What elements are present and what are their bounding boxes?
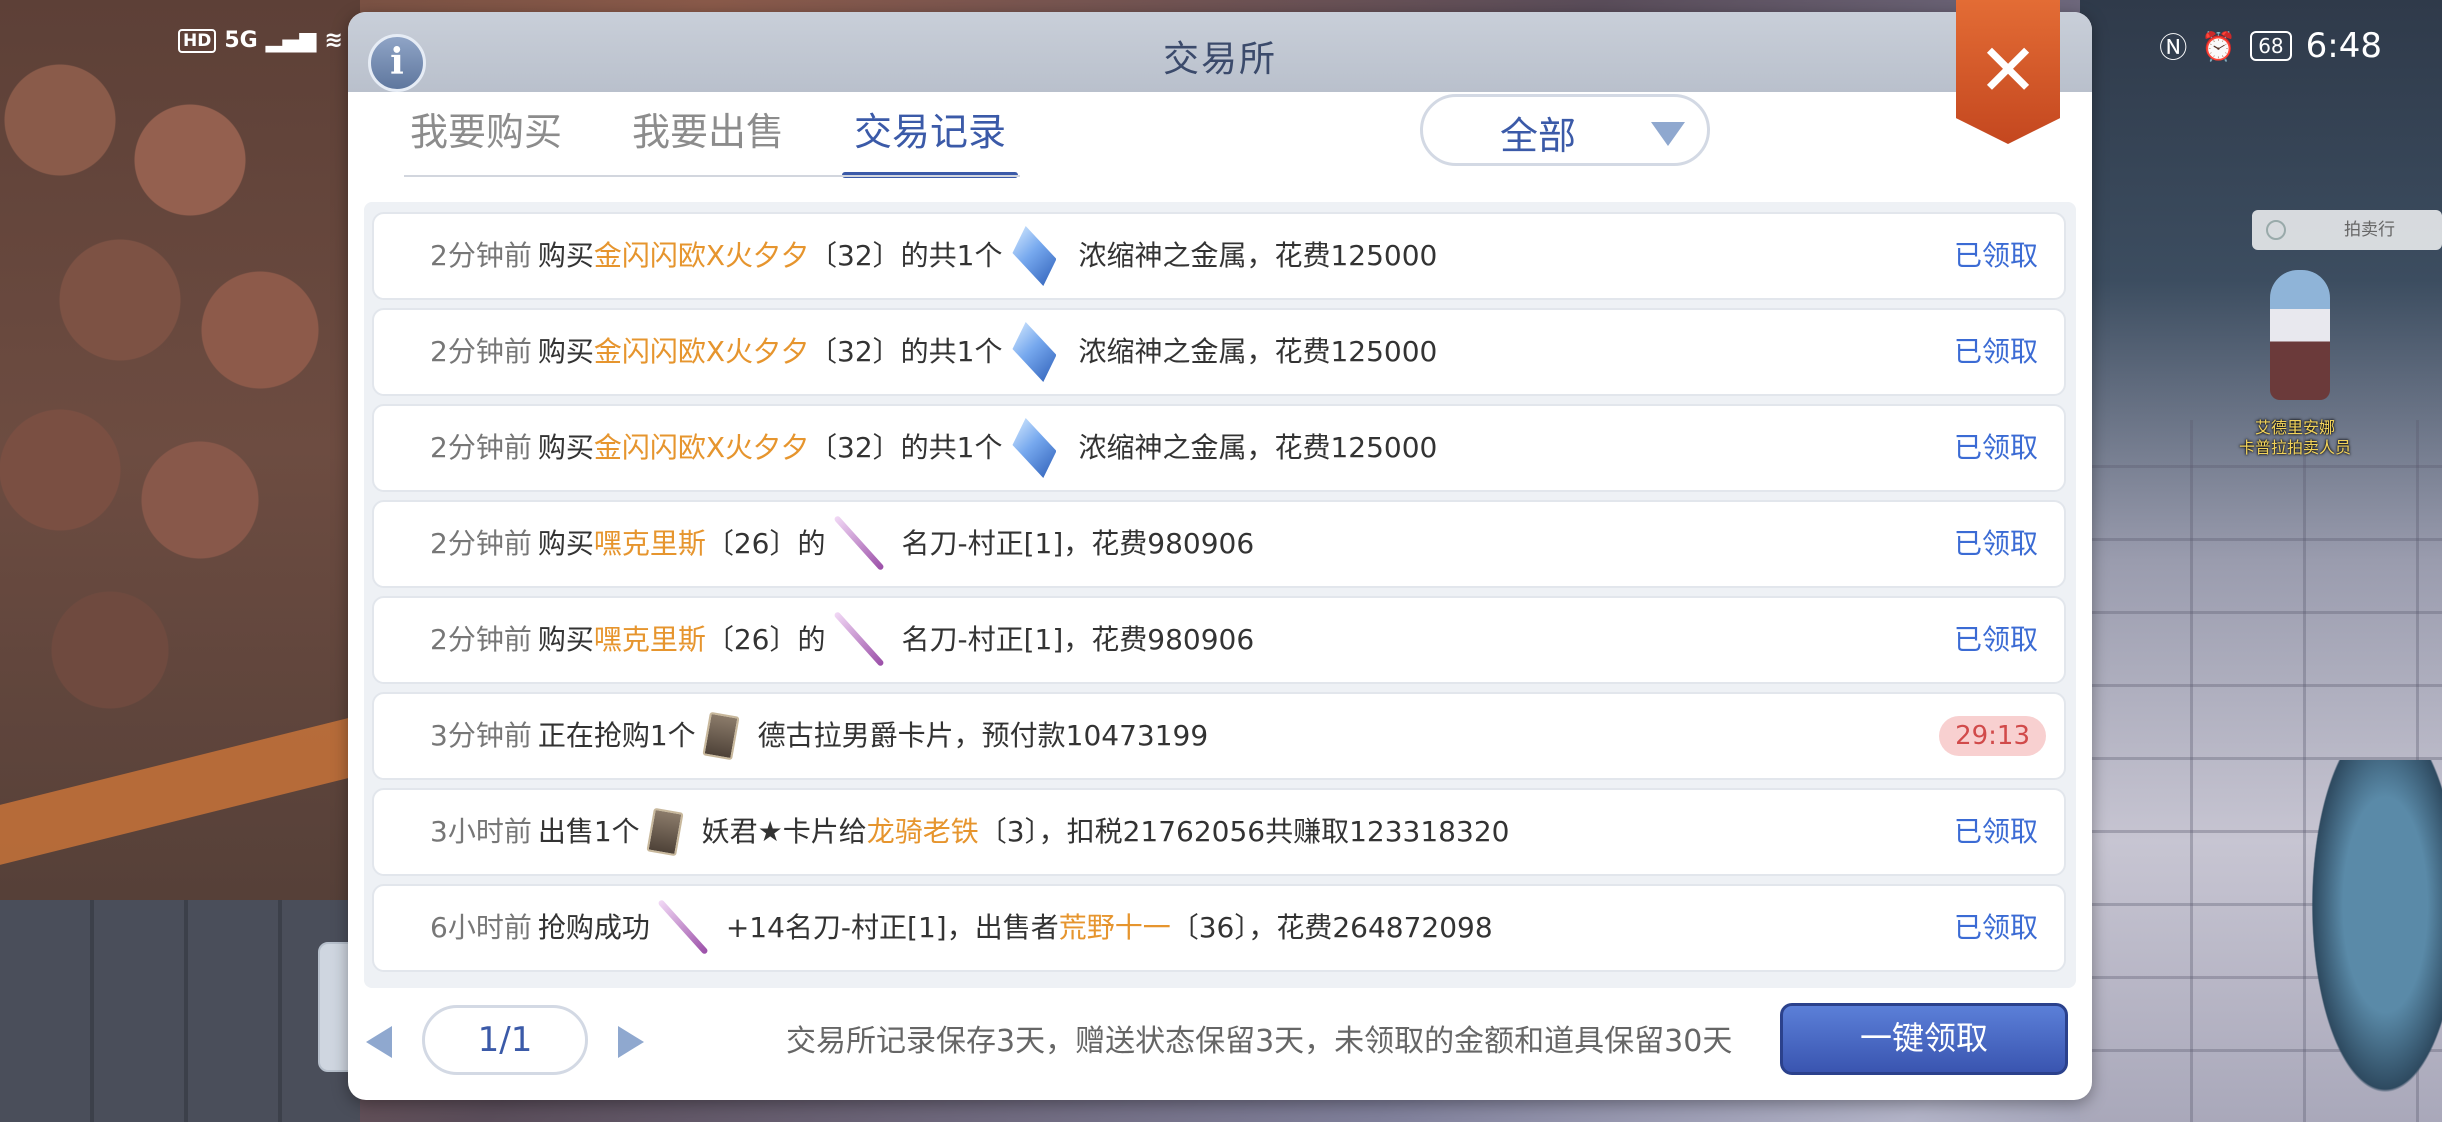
- npc-figure[interactable]: [2270, 270, 2330, 400]
- record-row: 2分钟前 购买 嘿克里斯 〔26〕的 名刀-村正[1]，花费980906 已领取: [372, 596, 2066, 684]
- record-item: 浓缩神之金属，花费125000: [1078, 431, 1438, 464]
- record-time: 3分钟前: [430, 719, 532, 752]
- sword-icon: [836, 610, 880, 670]
- tab-records[interactable]: 交易记录: [842, 102, 1019, 178]
- filter-label: 全部: [1499, 114, 1576, 158]
- side-panel-stub: [318, 942, 352, 1072]
- prev-page-icon[interactable]: [366, 1026, 392, 1058]
- record-item: +14名刀-村正[1]，出售者: [725, 911, 1059, 944]
- dialog-title: 交易所: [1162, 39, 1277, 80]
- record-time: 2分钟前: [430, 239, 532, 272]
- record-row: 3小时前 出售1个 妖君★卡片给 龙骑老铁 〔3〕，扣税21762056共赚取1…: [372, 788, 2066, 876]
- collected-status: 已领取: [1953, 623, 2038, 656]
- player-name: 龙骑老铁: [866, 815, 979, 848]
- collected-status: 已领取: [1953, 335, 2038, 368]
- battery-indicator: 68: [2250, 31, 2292, 61]
- collected-status: 已领取: [1953, 431, 2038, 464]
- record-action: 购买: [537, 239, 594, 272]
- exchange-dialog: 交易所 i ✕ 我要购买 我要出售 交易记录 全部 2分钟前 购买 金闪闪欧X火…: [348, 0, 2092, 1100]
- record-row: 2分钟前 购买 金闪闪欧X火夕夕 〔32〕的共1个 浓缩神之金属，花费12500…: [372, 404, 2066, 492]
- record-action: 购买: [537, 335, 594, 368]
- record-action: 购买: [537, 431, 594, 464]
- record-time: 2分钟前: [430, 623, 532, 656]
- next-page-icon[interactable]: [618, 1026, 644, 1058]
- record-action: 购买: [537, 527, 594, 560]
- crystal-icon: [1012, 322, 1057, 382]
- record-row: 3分钟前 正在抢购1个 德古拉男爵卡片，预付款10473199 29:13: [372, 692, 2066, 780]
- collected-status: 已领取: [1953, 527, 2038, 560]
- record-row: 2分钟前 购买 金闪闪欧X火夕夕 〔32〕的共1个 浓缩神之金属，花费12500…: [372, 212, 2066, 300]
- record-item: 浓缩神之金属，花费125000: [1078, 239, 1438, 272]
- record-action: 出售1个: [537, 815, 640, 848]
- player-name: 金闪闪欧X火夕夕: [593, 431, 810, 464]
- alarm-icon: ⏰: [2201, 29, 2237, 63]
- record-detail: 〔26〕的: [705, 527, 826, 560]
- record-detail: 〔36〕，花费264872098: [1170, 911, 1493, 944]
- record-item: 浓缩神之金属，花费125000: [1078, 335, 1438, 368]
- npc-auction-tag[interactable]: 拍卖行: [2252, 210, 2442, 250]
- info-icon[interactable]: i: [368, 34, 426, 92]
- player-name: 荒野十一: [1058, 911, 1171, 944]
- collected-status: 已领取: [1953, 911, 2038, 944]
- countdown-timer: 29:13: [1939, 716, 2046, 756]
- record-time: 2分钟前: [430, 431, 532, 464]
- record-time: 3小时前: [430, 815, 532, 848]
- player-name: 金闪闪欧X火夕夕: [593, 239, 810, 272]
- record-item: 名刀-村正[1]，花费980906: [901, 623, 1255, 656]
- player-name: 嘿克里斯: [593, 623, 706, 656]
- chevron-down-icon: [1651, 122, 1685, 146]
- npc-tag-label: 拍卖行: [2344, 220, 2395, 240]
- record-action: 购买: [537, 623, 594, 656]
- auction-icon: [2266, 220, 2286, 240]
- collected-status: 已领取: [1953, 239, 2038, 272]
- record-time: 6小时前: [430, 911, 532, 944]
- hd-indicator: HD: [178, 28, 217, 53]
- nfc-icon: Ⓝ: [2159, 31, 2188, 64]
- player-name: 嘿克里斯: [593, 527, 706, 560]
- record-detail: 〔32〕的共1个: [809, 431, 1003, 464]
- npc-name: 艾德里安娜 卡普拉拍卖人员: [2238, 418, 2351, 457]
- clock: 6:48: [2305, 26, 2382, 66]
- pet-wolf: [2300, 760, 2442, 1122]
- retention-note: 交易所记录保存3天，赠送状态保留3天，未领取的金额和道具保留30天: [786, 1024, 1733, 1059]
- filter-dropdown[interactable]: 全部: [1420, 94, 1710, 166]
- record-row: 2分钟前 购买 金闪闪欧X火夕夕 〔32〕的共1个 浓缩神之金属，花费12500…: [372, 308, 2066, 396]
- record-item: 德古拉男爵卡片，预付款10473199: [757, 719, 1209, 752]
- sword-icon: [836, 514, 880, 574]
- record-item: 妖君★卡片给: [701, 815, 867, 848]
- record-detail: 〔3〕，扣税21762056共赚取123318320: [978, 815, 1510, 848]
- record-time: 2分钟前: [430, 527, 532, 560]
- record-action: 正在抢购1个: [537, 719, 696, 752]
- tab-bar: 我要购买 我要出售 交易记录: [398, 102, 1019, 178]
- crystal-icon: [1012, 418, 1057, 478]
- tab-buy[interactable]: 我要购买: [398, 102, 574, 178]
- record-detail: 〔26〕的: [705, 623, 826, 656]
- record-row: 6小时前 抢购成功 +14名刀-村正[1]，出售者 荒野十一 〔36〕，花费26…: [372, 884, 2066, 972]
- card-icon: [702, 711, 740, 761]
- sword-icon: [660, 898, 704, 958]
- close-button[interactable]: ✕: [1956, 0, 2060, 144]
- wifi-icon: ≋: [324, 28, 343, 53]
- crystal-icon: [1012, 226, 1057, 286]
- page-indicator: 1/1: [422, 1005, 588, 1075]
- record-item: 名刀-村正[1]，花费980906: [901, 527, 1255, 560]
- tab-sell[interactable]: 我要出售: [620, 102, 796, 178]
- collect-all-button[interactable]: 一键领取: [1780, 1003, 2068, 1075]
- card-icon: [646, 807, 684, 857]
- scene-floor-left: [0, 900, 360, 1122]
- record-detail: 〔32〕的共1个: [809, 239, 1003, 272]
- record-row: 2分钟前 购买 嘿克里斯 〔26〕的 名刀-村正[1]，花费980906 已领取: [372, 500, 2066, 588]
- signal-bars-icon: ▂▄▆: [265, 28, 317, 53]
- player-name: 金闪闪欧X火夕夕: [593, 335, 810, 368]
- record-time: 2分钟前: [430, 335, 532, 368]
- collected-status: 已领取: [1953, 815, 2038, 848]
- tab-divider: [404, 175, 1020, 177]
- signal-icon: 5G: [224, 28, 258, 53]
- record-action: 抢购成功: [537, 911, 650, 944]
- record-detail: 〔32〕的共1个: [809, 335, 1003, 368]
